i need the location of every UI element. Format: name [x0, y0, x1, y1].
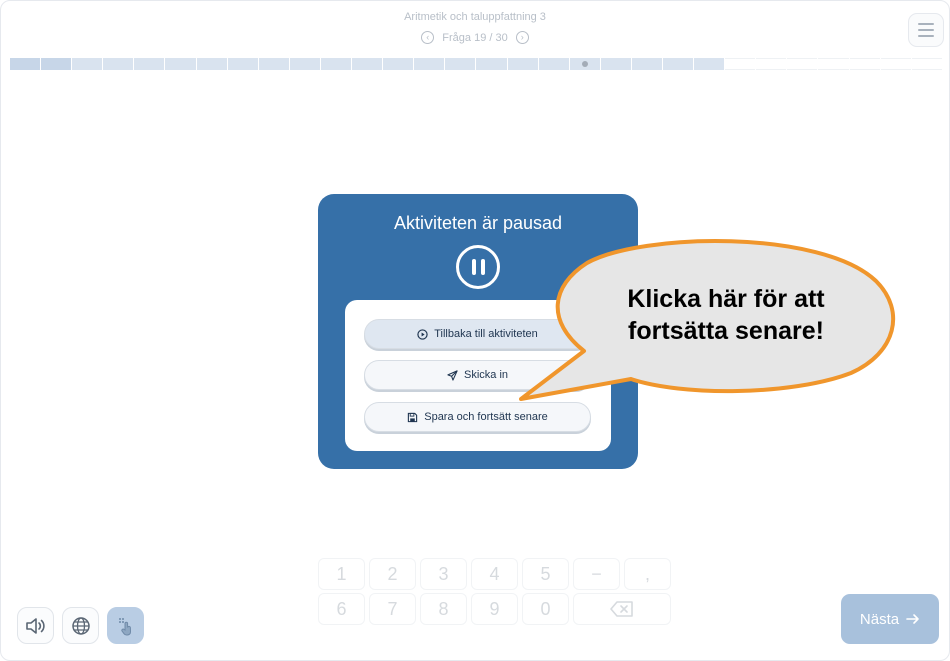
keypad-key[interactable]: 3: [420, 558, 467, 590]
next-button[interactable]: Nästa: [841, 594, 939, 644]
progress-segment[interactable]: [196, 58, 227, 70]
floppy-disk-icon: [408, 412, 418, 422]
backspace-key[interactable]: [573, 593, 671, 625]
progress-segment[interactable]: [849, 58, 880, 70]
activity-title: Aritmetik och taluppfattning 3: [404, 11, 546, 23]
progress-segment[interactable]: [72, 58, 103, 70]
menu-button[interactable]: [908, 13, 944, 47]
number-keypad: 1 2 3 4 5−, 67890: [318, 558, 671, 628]
keypad-key[interactable]: 9: [471, 593, 518, 625]
progress-segment[interactable]: [538, 58, 569, 70]
paper-plane-icon: [447, 369, 458, 381]
callout-text: Klicka här för att fortsätta senare!: [576, 283, 876, 347]
keypad-key[interactable]: 4: [471, 558, 518, 590]
chevron-right-circle-icon[interactable]: ›: [515, 31, 529, 44]
progress-segment[interactable]: [383, 58, 414, 70]
progress-segment[interactable]: [165, 58, 196, 70]
pause-dialog-actions: Tillbaka till aktiviteten Skicka in Spar…: [345, 300, 611, 451]
progress-segment[interactable]: [289, 58, 320, 70]
keypad-key[interactable]: ,: [624, 558, 671, 590]
progress-segment[interactable]: [414, 58, 445, 70]
globe-icon: [71, 616, 90, 635]
resume-button[interactable]: Tillbaka till aktiviteten: [364, 319, 591, 349]
question-counter: Fråga 19 / 30: [442, 31, 508, 44]
progress-bar: [10, 58, 942, 70]
progress-segment[interactable]: [600, 58, 631, 70]
speaker-icon: [25, 617, 45, 634]
progress-segment[interactable]: [631, 58, 662, 70]
keypad-key[interactable]: 1: [318, 558, 365, 590]
progress-segment[interactable]: [662, 58, 694, 70]
progress-segment[interactable]: [103, 58, 134, 70]
arrow-right-icon: [906, 614, 919, 624]
progress-segment[interactable]: [476, 58, 507, 70]
pause-dialog-title: Aktiviteten är pausad: [393, 213, 563, 233]
language-button[interactable]: [62, 607, 99, 644]
progress-segment[interactable]: [320, 58, 352, 70]
callout-line-2: fortsätta senare!: [628, 317, 824, 345]
progress-segment[interactable]: [880, 58, 911, 70]
current-question-marker: [581, 61, 588, 67]
progress-segment[interactable]: [227, 58, 258, 70]
keypad-key[interactable]: 5: [522, 558, 569, 590]
callout-line-1: Klicka här för att: [627, 285, 825, 313]
keypad-key[interactable]: 7: [369, 593, 416, 625]
progress-segment[interactable]: [725, 58, 756, 70]
backspace-icon: [610, 601, 633, 617]
progress-segment[interactable]: [134, 58, 165, 70]
progress-segment[interactable]: [507, 58, 538, 70]
progress-segment[interactable]: [258, 58, 289, 70]
next-button-label: Nästa: [859, 610, 900, 628]
progress-segment[interactable]: [41, 58, 72, 70]
progress-segment[interactable]: [756, 58, 787, 70]
progress-segment[interactable]: [569, 58, 600, 70]
keypad-key[interactable]: −: [573, 558, 620, 590]
keypad-key[interactable]: 6: [318, 593, 365, 625]
progress-segment[interactable]: [694, 58, 725, 70]
resume-button-label: Tillbaka till aktiviteten: [434, 328, 538, 340]
submit-button[interactable]: Skicka in: [364, 360, 591, 390]
submit-button-label: Skicka in: [463, 369, 509, 381]
progress-segment[interactable]: [787, 58, 818, 70]
hand-pointer-icon: [118, 617, 131, 635]
keypad-key[interactable]: 8: [420, 593, 467, 625]
pause-circle-icon: [456, 245, 500, 289]
progress-segment[interactable]: [10, 58, 41, 70]
progress-segment[interactable]: [352, 58, 383, 70]
progress-segment[interactable]: [911, 58, 942, 70]
progress-segment[interactable]: [445, 58, 476, 70]
chevron-left-circle-icon[interactable]: ‹: [421, 31, 435, 44]
pointer-tool-button[interactable]: [107, 607, 144, 644]
speaker-button[interactable]: [17, 607, 54, 644]
save-and-continue-later-button[interactable]: Spara och fortsätt senare: [364, 402, 591, 432]
play-circle-icon: [417, 328, 428, 340]
hamburger-menu-icon: [918, 23, 934, 25]
keypad-key[interactable]: 0: [522, 593, 569, 625]
app-frame: Aritmetik och taluppfattning 3 ‹ Fråga 1…: [0, 0, 950, 661]
question-nav: ‹ Fråga 19 / 30 ›: [1, 31, 949, 44]
progress-segment[interactable]: [818, 58, 849, 70]
save-button-label: Spara och fortsätt senare: [424, 411, 548, 423]
keypad-key[interactable]: 2: [369, 558, 416, 590]
